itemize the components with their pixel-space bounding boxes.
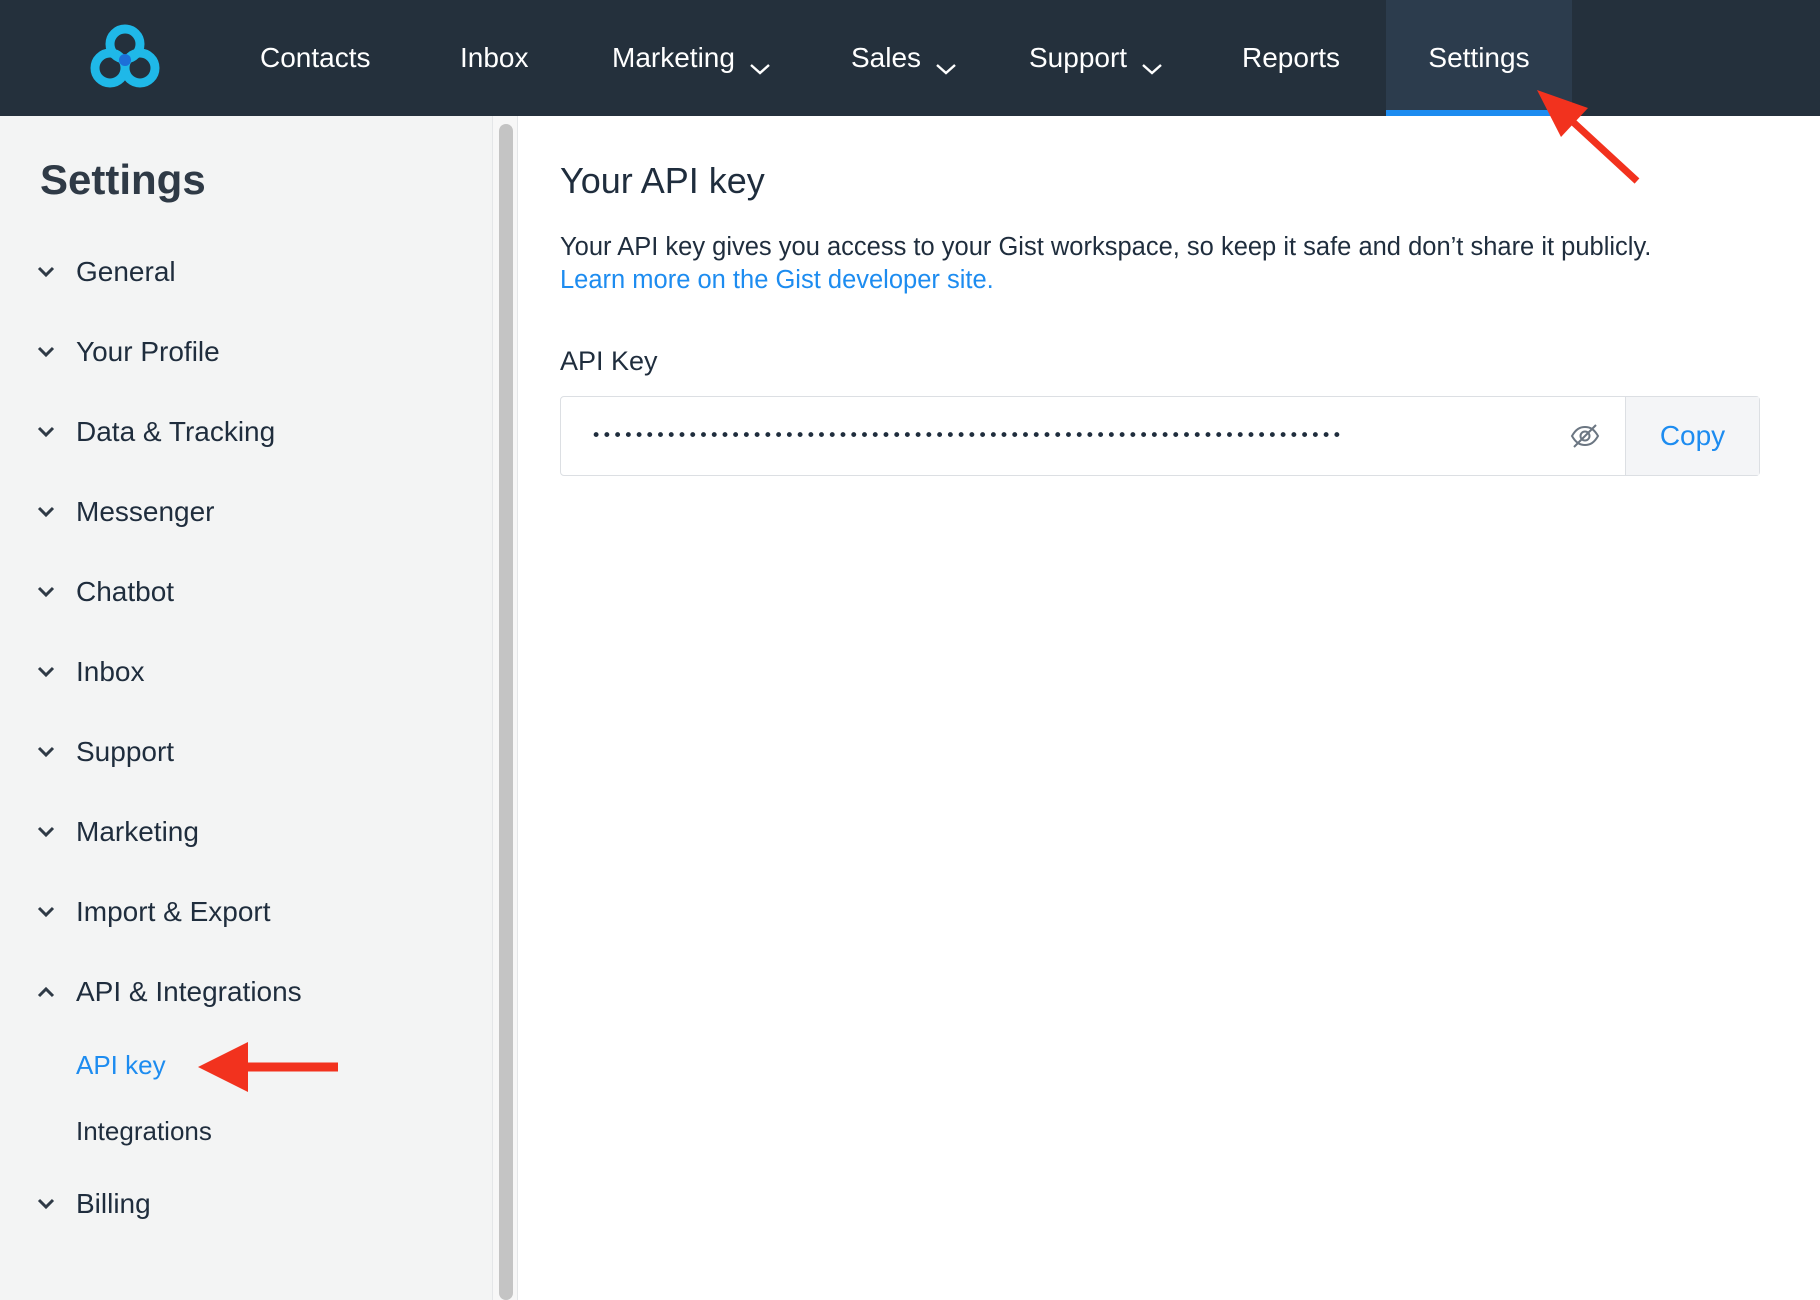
copy-button[interactable]: Copy bbox=[1625, 397, 1759, 475]
sidebar-item-label: Billing bbox=[76, 1188, 151, 1219]
api-key-description: Your API key gives you access to your Gi… bbox=[560, 233, 1652, 261]
nav-label: Inbox bbox=[460, 42, 529, 73]
api-key-label: API Key bbox=[560, 346, 658, 376]
nav-label: Marketing bbox=[612, 42, 735, 73]
sidebar-item-label: General bbox=[76, 256, 176, 287]
sidebar-item-marketing[interactable]: Marketing bbox=[34, 807, 199, 857]
nav-label: Contacts bbox=[260, 42, 371, 73]
eye-off-icon[interactable] bbox=[1565, 417, 1605, 455]
chevron-down-icon bbox=[34, 340, 58, 364]
chevron-down-icon bbox=[34, 740, 58, 764]
sidebar-item-data-tracking[interactable]: Data & Tracking bbox=[34, 407, 275, 457]
chevron-down-icon bbox=[1141, 51, 1163, 75]
api-key-input[interactable]: ••••••••••••••••••••••••••••••••••••••••… bbox=[561, 397, 1623, 475]
nav-marketing[interactable]: Marketing bbox=[612, 0, 771, 116]
scrollbar-thumb[interactable] bbox=[499, 124, 513, 1300]
sidebar-item-label: Marketing bbox=[76, 816, 199, 847]
chevron-down-icon bbox=[34, 580, 58, 604]
developer-site-link[interactable]: Learn more on the Gist developer site. bbox=[560, 266, 994, 295]
sidebar-item-billing[interactable]: Billing bbox=[34, 1179, 151, 1229]
page-title: Your API key bbox=[560, 160, 765, 201]
nav-label: Sales bbox=[851, 42, 922, 73]
sidebar-scrollbar[interactable] bbox=[492, 116, 518, 1300]
nav-label: Support bbox=[1029, 42, 1128, 73]
chevron-down-icon bbox=[34, 1192, 58, 1216]
main-content: Your API key Your API key gives you acce… bbox=[518, 116, 1820, 1300]
sidebar-subitem-integrations[interactable]: Integrations bbox=[76, 1109, 212, 1153]
nav-label: Reports bbox=[1242, 42, 1341, 73]
chevron-down-icon bbox=[935, 51, 957, 75]
nav-sales[interactable]: Sales bbox=[851, 0, 957, 116]
sidebar-item-support[interactable]: Support bbox=[34, 727, 174, 777]
chevron-down-icon bbox=[34, 420, 58, 444]
settings-sidebar: Settings General Your Profile Data & Tra… bbox=[0, 116, 492, 1300]
sidebar-item-messenger[interactable]: Messenger bbox=[34, 487, 215, 537]
nav-support[interactable]: Support bbox=[1029, 0, 1163, 116]
sidebar-item-label: Inbox bbox=[76, 656, 145, 687]
chevron-down-icon bbox=[34, 660, 58, 684]
sidebar-item-label: Data & Tracking bbox=[76, 416, 276, 447]
nav-contacts[interactable]: Contacts bbox=[260, 0, 371, 116]
gist-logo-icon[interactable] bbox=[88, 22, 162, 92]
chevron-down-icon bbox=[34, 820, 58, 844]
sidebar-item-chatbot[interactable]: Chatbot bbox=[34, 567, 174, 617]
nav-label: Settings bbox=[1428, 42, 1530, 73]
sidebar-item-label: Messenger bbox=[76, 496, 215, 527]
chevron-down-icon bbox=[34, 260, 58, 284]
sidebar-item-label: API & Integrations bbox=[76, 976, 302, 1007]
sidebar-title: Settings bbox=[40, 156, 206, 203]
nav-reports[interactable]: Reports bbox=[1242, 0, 1340, 116]
top-navigation: Contacts Inbox Marketing Sales Support R… bbox=[0, 0, 1820, 116]
sidebar-item-label: Support bbox=[76, 736, 175, 767]
chevron-down-icon bbox=[749, 51, 771, 75]
sidebar-item-label: Import & Export bbox=[76, 896, 271, 927]
nav-inbox[interactable]: Inbox bbox=[460, 0, 529, 116]
sidebar-subitem-api-key[interactable]: API key bbox=[76, 1043, 166, 1087]
sidebar-item-inbox[interactable]: Inbox bbox=[34, 647, 145, 697]
sidebar-item-label: Your Profile bbox=[76, 336, 220, 367]
sidebar-item-general[interactable]: General bbox=[34, 247, 176, 297]
sidebar-item-label: Chatbot bbox=[76, 576, 175, 607]
sidebar-item-import-export[interactable]: Import & Export bbox=[34, 887, 271, 937]
chevron-down-icon bbox=[34, 900, 58, 924]
sidebar-item-api-integrations[interactable]: API & Integrations bbox=[34, 967, 302, 1017]
api-key-field: ••••••••••••••••••••••••••••••••••••••••… bbox=[560, 396, 1760, 476]
chevron-up-icon bbox=[34, 980, 58, 1004]
sidebar-item-your-profile[interactable]: Your Profile bbox=[34, 327, 220, 377]
chevron-down-icon bbox=[34, 500, 58, 524]
nav-settings[interactable]: Settings bbox=[1386, 0, 1572, 116]
